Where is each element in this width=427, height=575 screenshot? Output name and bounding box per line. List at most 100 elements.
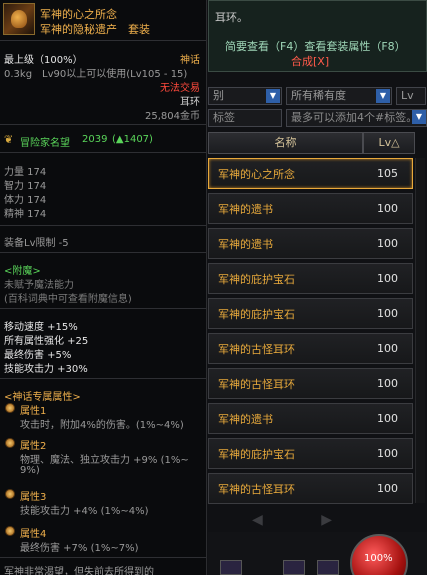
item-weight-requirement: 0.3kg Lv90以上可以使用(Lv105 - 15) — [4, 69, 188, 80]
bonus-all-stat: 所有属性强化 +25 — [4, 336, 89, 347]
skill-icon[interactable] — [317, 560, 339, 575]
chevron-down-icon: ▼ — [266, 89, 280, 103]
category-dropdown[interactable]: 别 ▼ — [208, 87, 282, 105]
attr1-line: 攻击时，附加4%的伤害。(1%~4%) — [20, 420, 184, 431]
hint-title: 耳环。 — [215, 11, 248, 24]
item-row-name: 军神的古怪耳环 — [218, 342, 295, 356]
attr1-name: 属性1 — [20, 406, 47, 417]
category-dropdown-value: 别 — [213, 89, 224, 102]
stat-str: 力量 174 — [4, 167, 47, 178]
column-name-header[interactable]: 名称 — [208, 132, 363, 154]
item-price: 25,804金币 — [145, 111, 200, 122]
item-row[interactable]: 军神的遗书 100 — [208, 193, 413, 224]
attr3-line: 技能攻击力 +4% (1%~4%) — [20, 506, 149, 517]
item-row-level: 100 — [377, 482, 398, 495]
item-rarity: 神话 — [180, 55, 200, 66]
attr2-line: 物理、魔法、独立攻击力 +9% (1%~ — [20, 455, 189, 466]
stat-int: 智力 174 — [4, 181, 47, 192]
attr2-line: 9%) — [20, 465, 40, 476]
item-row-level: 100 — [377, 272, 398, 285]
item-row-level: 100 — [377, 447, 398, 460]
item-row-level: 100 — [377, 342, 398, 355]
attribute-bullet-icon — [5, 438, 15, 448]
item-row[interactable]: 军神的遗书 100 — [208, 228, 413, 259]
rarity-dropdown-value: 所有稀有度 — [291, 89, 346, 102]
item-row-name: 军神的遗书 — [218, 237, 273, 251]
item-hint-panel: 耳环。 简要查看（F4）查看套装属性（F8） 合成[X] — [208, 0, 427, 72]
item-table-header: 名称 Lv△ — [208, 132, 427, 154]
bonus-skill-attack: 技能攻击力 +30% — [4, 364, 88, 375]
item-row[interactable]: 军神的遗书 100 — [208, 403, 413, 434]
item-row-name: 军神的遗书 — [218, 202, 273, 216]
tag-input[interactable]: 最多可以添加4个#标签。 — [286, 109, 427, 127]
enchant-line: 未赋予魔法能力 — [4, 280, 74, 291]
attr3-name: 属性3 — [20, 492, 47, 503]
attribute-bullet-icon — [5, 526, 15, 536]
level-dropdown[interactable]: Lv — [396, 87, 426, 105]
next-page-button[interactable]: ▶ — [321, 512, 332, 530]
prev-page-button[interactable]: ◀ — [252, 512, 263, 530]
enchant-line: (百科词典中可查看附魔信息) — [4, 294, 132, 305]
hp-percent: 100% — [364, 553, 393, 564]
chevron-down-icon: ▼ — [412, 110, 426, 124]
item-row[interactable]: 军神的古怪耳环 100 — [208, 368, 413, 399]
rarity-dropdown[interactable]: 所有稀有度 ▼ — [286, 87, 392, 105]
item-name: 军神的心之所念 — [40, 8, 117, 21]
item-slot: 耳环 — [180, 97, 200, 108]
item-row-level: 100 — [377, 307, 398, 320]
item-set-name: 军神的隐秘遗产 套装 — [40, 23, 150, 36]
bonus-move-speed: 移动速度 +15% — [4, 322, 78, 333]
myth-attr-title: <神话专属属性> — [4, 392, 81, 403]
attribute-bullet-icon — [5, 403, 15, 413]
stat-spr: 精神 174 — [4, 209, 47, 220]
attribute-bullet-icon — [5, 489, 15, 499]
item-tooltip: 军神的心之所念 军神的隐秘遗产 套装 最上级（100%） 神话 0.3kg Lv… — [0, 0, 207, 575]
item-row-name: 军神的庇护宝石 — [218, 447, 295, 461]
attr2-name: 属性2 — [20, 441, 47, 452]
item-row-level: 100 — [377, 202, 398, 215]
item-grade: 最上级（100%） — [4, 55, 83, 66]
item-list: 军神的心之所念 105 军神的遗书 100 军神的遗书 100 军神的庇护宝石 100 军神的庇… — [208, 158, 413, 508]
attr4-line: 最终伤害 +7% (1%~7%) — [20, 543, 139, 554]
tag-label-box: 标签 ▼ — [208, 109, 426, 127]
level-limit: 装备Lv限制 -5 — [4, 238, 69, 249]
skill-icon[interactable] — [220, 560, 242, 575]
skill-icon[interactable] — [283, 560, 305, 575]
item-row-name: 军神的庇护宝石 — [218, 272, 295, 286]
fame-label: 冒险家名望 — [20, 138, 70, 149]
enchant-title: <附魔> — [4, 266, 41, 277]
item-row[interactable]: 军神的古怪耳环 100 — [208, 333, 413, 364]
item-row-level: 100 — [377, 412, 398, 425]
fame-icon: ❦ — [4, 133, 14, 146]
item-row-name: 军神的心之所念 — [218, 167, 295, 181]
tag-label: 标签 — [213, 111, 235, 124]
level-dropdown-value: Lv — [401, 89, 414, 102]
item-row-level: 105 — [377, 167, 398, 180]
item-row[interactable]: 军神的庇护宝石 100 — [208, 298, 413, 329]
item-row[interactable]: 军神的古怪耳环 100 — [208, 473, 413, 504]
item-row-name: 军神的遗书 — [218, 412, 273, 426]
pager: ◀ ▶ — [252, 512, 332, 530]
scrollbar[interactable] — [415, 158, 425, 503]
fame-delta: (▲1407) — [112, 134, 153, 145]
item-flavor-text: 军神非常渴望，但失前去所得到的 — [4, 567, 154, 575]
item-row-name: 军神的古怪耳环 — [218, 482, 295, 496]
column-level-header[interactable]: Lv△ — [363, 132, 415, 154]
tag-row: 标签 ▼ 最多可以添加4个#标签。 — [208, 109, 427, 127]
item-row[interactable]: 军神的庇护宝石 100 — [208, 438, 413, 469]
item-row-name: 军神的庇护宝石 — [218, 307, 295, 321]
trade-status: 无法交易 — [160, 83, 200, 94]
hint-shortcut-text: 简要查看（F4）查看套装属性（F8） — [225, 40, 406, 53]
item-row[interactable]: 军神的庇护宝石 100 — [208, 263, 413, 294]
item-row[interactable]: 军神的心之所念 105 — [208, 158, 413, 189]
bonus-final-damage: 最终伤害 +5% — [4, 350, 72, 361]
item-row-name: 军神的古怪耳环 — [218, 377, 295, 391]
chevron-down-icon: ▼ — [376, 89, 390, 103]
tag-input-placeholder: 最多可以添加4个#标签。 — [291, 111, 418, 124]
fame-value: 2039 — [82, 134, 108, 145]
attr4-name: 属性4 — [20, 529, 47, 540]
synthesize-link[interactable]: 合成[X] — [291, 53, 329, 69]
item-row-level: 100 — [377, 237, 398, 250]
item-row-level: 100 — [377, 377, 398, 390]
earring-item-icon — [3, 3, 35, 35]
